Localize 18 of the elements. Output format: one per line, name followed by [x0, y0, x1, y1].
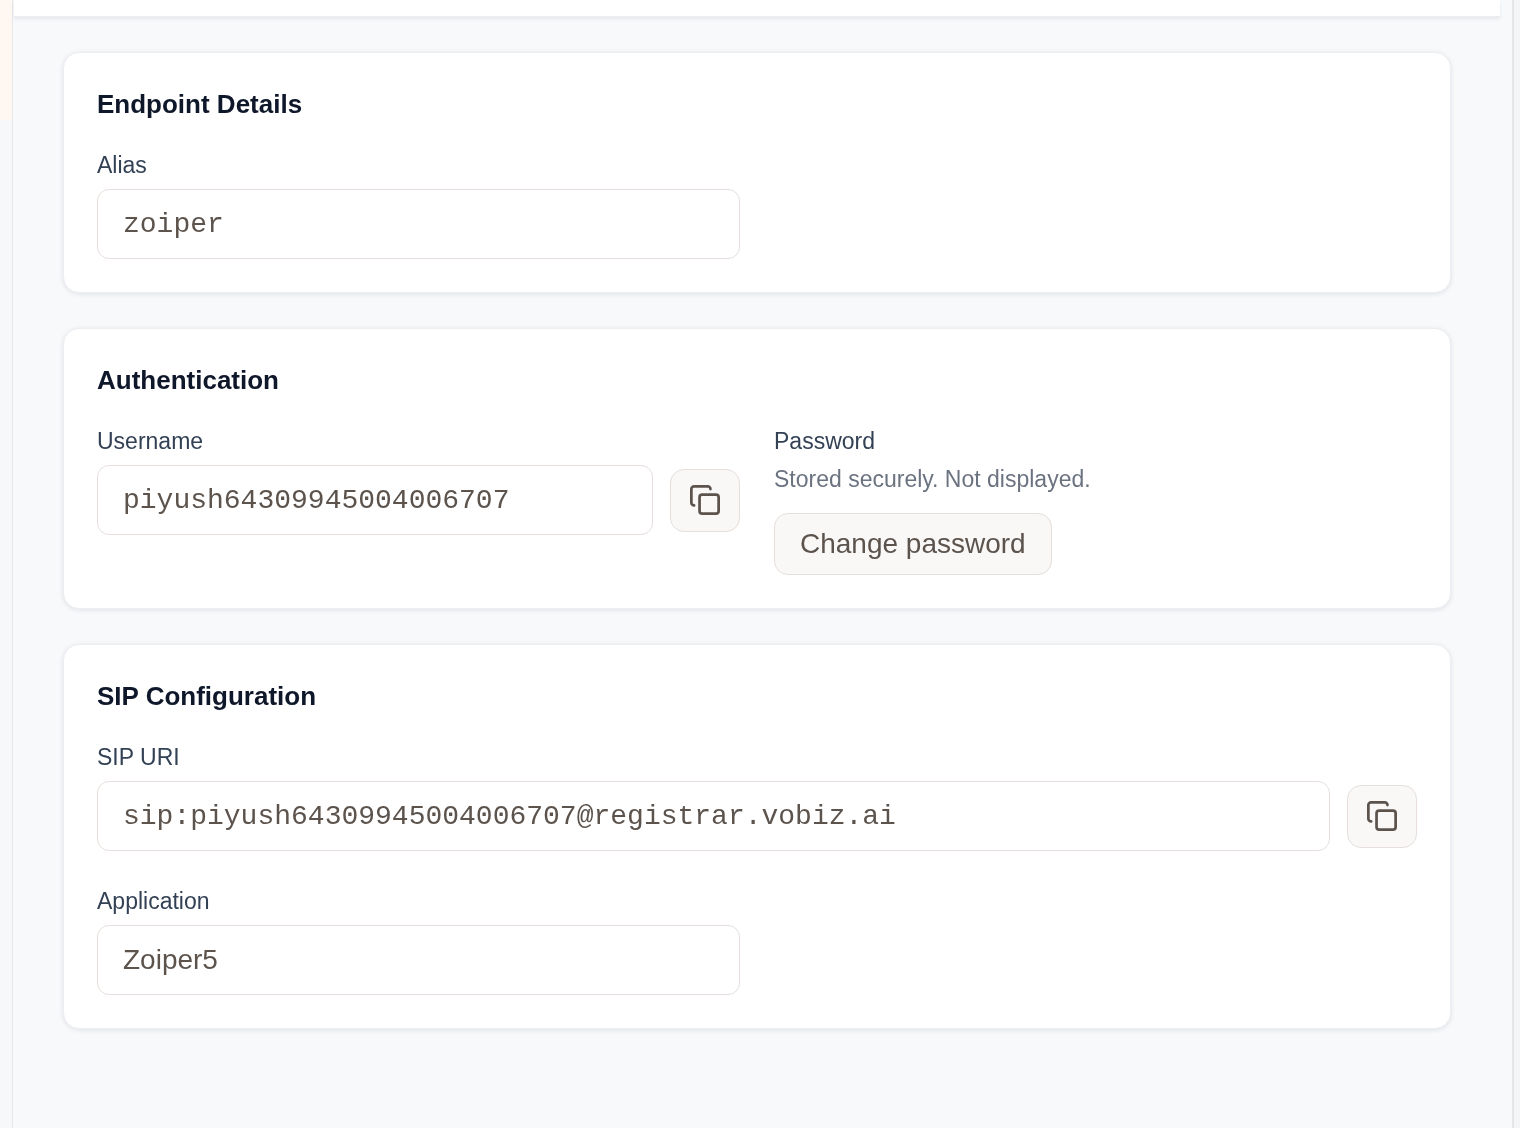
- input-field[interactable]: zoiper: [97, 189, 740, 259]
- section-title: Endpoint Details: [97, 88, 304, 121]
- copy-icon: [690, 485, 720, 515]
- field-label: Application: [97, 887, 211, 915]
- field-label: Alias: [97, 151, 148, 179]
- field-label: Password: [774, 427, 876, 455]
- copy-button[interactable]: [1347, 784, 1417, 848]
- copy-icon: [1367, 801, 1397, 831]
- field-label: SIP URI: [97, 743, 181, 771]
- section-title: SIP Configuration: [97, 680, 318, 713]
- copy-button[interactable]: [670, 468, 740, 532]
- helper-text: Stored securely. Not displayed.: [774, 465, 1092, 493]
- input-field[interactable]: Zoiper5: [97, 925, 740, 995]
- field-label: Username: [97, 427, 205, 455]
- input-field[interactable]: sip:piyush64309945004006707@registrar.vobiz.ai: [97, 781, 1330, 851]
- section-title: Authentication: [97, 364, 280, 397]
- change-password-button[interactable]: Change password: [774, 513, 1052, 575]
- input-field[interactable]: piyush64309945004006707: [97, 465, 653, 535]
